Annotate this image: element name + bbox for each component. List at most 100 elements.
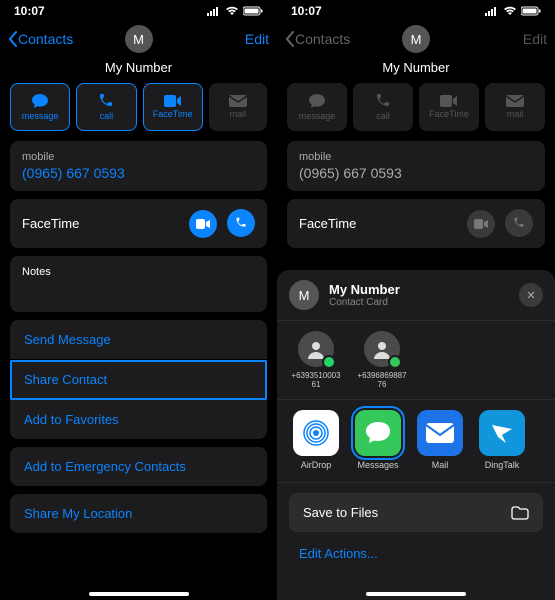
share-contacts-row: +6393510003 61 +6396869887 76 xyxy=(277,321,555,400)
facetime-row-label: FaceTime xyxy=(299,216,356,231)
mail-app-label: Mail xyxy=(432,460,449,470)
call-button[interactable]: call xyxy=(76,83,136,131)
mail-app[interactable]: Mail xyxy=(415,410,465,470)
wifi-icon xyxy=(503,6,517,16)
notes-card[interactable]: Notes xyxy=(10,256,267,312)
share-apps-row: AirDrop Messages Mail DingTalk xyxy=(277,400,555,483)
facetime-audio-button xyxy=(505,209,533,237)
status-bar: 10:07 xyxy=(0,0,277,22)
call-label: call xyxy=(100,111,114,121)
emergency-row[interactable]: Add to Emergency Contacts xyxy=(10,447,267,486)
actions-list-2: Add to Emergency Contacts xyxy=(10,447,267,486)
call-label: call xyxy=(376,111,390,121)
actions-list-1: Send Message Share Contact Add to Favori… xyxy=(10,320,267,439)
sheet-title: My Number xyxy=(329,282,400,297)
dingtalk-icon xyxy=(479,410,525,456)
actions-list-3: Share My Location xyxy=(10,494,267,533)
phone-card[interactable]: mobile (0965) 667 0593 xyxy=(10,141,267,191)
contact-name: My Number xyxy=(277,60,555,75)
airdrop-app[interactable]: AirDrop xyxy=(291,410,341,470)
share-contact-1-label: +6393510003 61 xyxy=(291,371,340,389)
dingtalk-app[interactable]: DingTalk xyxy=(477,410,527,470)
signal-icon xyxy=(207,6,221,16)
action-row: message call FaceTime mail xyxy=(0,83,277,141)
message-label: message xyxy=(22,111,59,121)
phone-type-label: mobile xyxy=(22,151,255,163)
mail-icon xyxy=(506,95,524,107)
sheet-subtitle: Contact Card xyxy=(329,297,400,308)
mail-icon xyxy=(229,95,247,107)
mail-app-icon xyxy=(417,410,463,456)
chevron-left-icon xyxy=(285,31,295,47)
nav-bar: Contacts M Edit xyxy=(277,22,555,56)
notes-label: Notes xyxy=(22,266,255,278)
airdrop-icon xyxy=(293,410,339,456)
call-button: call xyxy=(353,83,413,131)
facetime-video-button[interactable] xyxy=(189,210,217,238)
battery-icon xyxy=(243,6,263,16)
message-icon xyxy=(31,93,49,109)
nav-bar: Contacts M Edit xyxy=(0,22,277,56)
share-contact-1[interactable]: +6393510003 61 xyxy=(291,331,341,389)
status-bar: 10:07 xyxy=(277,0,555,22)
facetime-video-button xyxy=(467,210,495,238)
close-button[interactable]: ✕ xyxy=(519,283,543,307)
phone-left: 10:07 Contacts M Edit My Number xyxy=(0,0,277,600)
edit-button: Edit xyxy=(523,31,547,47)
phone-number: (0965) 667 0593 xyxy=(299,165,533,181)
mail-label: mail xyxy=(507,109,524,119)
phone-icon xyxy=(375,93,391,109)
sheet-avatar: M xyxy=(289,280,319,310)
wifi-icon xyxy=(225,6,239,16)
phone-right: 10:07 Contacts M Edit My Number xyxy=(277,0,555,600)
status-time: 10:07 xyxy=(291,4,322,18)
avatar: M xyxy=(402,25,430,53)
facetime-audio-button[interactable] xyxy=(227,209,255,237)
messages-app[interactable]: Messages xyxy=(353,410,403,470)
back-label: Contacts xyxy=(18,31,73,47)
facetime-label: FaceTime xyxy=(153,109,193,119)
facetime-card: FaceTime xyxy=(287,199,545,248)
edit-button[interactable]: Edit xyxy=(245,31,269,47)
messages-badge-icon xyxy=(388,355,402,369)
video-icon xyxy=(440,95,458,107)
back-button[interactable]: Contacts xyxy=(8,31,73,47)
video-icon xyxy=(164,95,182,107)
mail-button: mail xyxy=(209,83,267,131)
share-contact-row[interactable]: Share Contact xyxy=(10,360,267,400)
share-contact-2[interactable]: +6396869887 76 xyxy=(357,331,407,389)
action-row: message call FaceTime mail xyxy=(277,83,555,141)
phone-type-label: mobile xyxy=(299,151,533,163)
contact-name: My Number xyxy=(0,60,277,75)
add-favorites-row[interactable]: Add to Favorites xyxy=(10,400,267,439)
facetime-label: FaceTime xyxy=(429,109,469,119)
person-icon xyxy=(364,331,400,367)
back-label: Contacts xyxy=(295,31,350,47)
mail-button: mail xyxy=(485,83,545,131)
folder-icon xyxy=(511,506,529,520)
close-icon: ✕ xyxy=(526,289,535,302)
phone-number: (0965) 667 0593 xyxy=(22,165,255,181)
share-location-row[interactable]: Share My Location xyxy=(10,494,267,533)
home-indicator[interactable] xyxy=(89,592,189,596)
message-button: message xyxy=(287,83,347,131)
send-message-row[interactable]: Send Message xyxy=(10,320,267,360)
home-indicator[interactable] xyxy=(366,592,466,596)
mail-label: mail xyxy=(230,109,247,119)
facetime-button[interactable]: FaceTime xyxy=(143,83,203,131)
message-icon xyxy=(308,93,326,109)
save-to-files-row[interactable]: Save to Files xyxy=(289,493,543,532)
whatsapp-badge-icon xyxy=(322,355,336,369)
chevron-left-icon xyxy=(8,31,18,47)
status-indicators xyxy=(485,6,541,16)
airdrop-label: AirDrop xyxy=(301,460,332,470)
sheet-header: M My Number Contact Card ✕ xyxy=(277,280,555,321)
message-button[interactable]: message xyxy=(10,83,70,131)
message-label: message xyxy=(299,111,336,121)
facetime-card: FaceTime xyxy=(10,199,267,248)
edit-actions-row[interactable]: Edit Actions... xyxy=(277,532,555,561)
status-indicators xyxy=(207,6,263,16)
avatar[interactable]: M xyxy=(125,25,153,53)
back-button: Contacts xyxy=(285,31,350,47)
battery-icon xyxy=(521,6,541,16)
